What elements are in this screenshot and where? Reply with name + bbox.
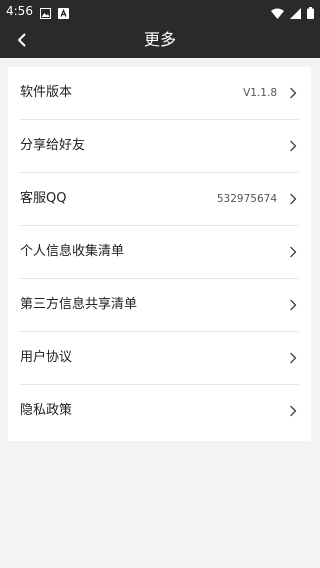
menu-item-label: 第三方信息共享清单 xyxy=(20,297,138,312)
app-icon xyxy=(58,4,69,23)
nav-bar: 更多 xyxy=(0,22,320,58)
menu-item-label: 隐私政策 xyxy=(20,403,73,418)
menu-item-personal-info-list[interactable]: 个人信息收集清单 xyxy=(20,226,299,279)
chevron-right-icon xyxy=(290,405,297,417)
signal-icon xyxy=(290,4,301,23)
qq-number-value: 532975674 xyxy=(216,193,277,205)
menu-item-label: 用户协议 xyxy=(20,350,73,365)
page-title: 更多 xyxy=(143,30,176,49)
chevron-right-icon xyxy=(290,87,297,99)
chevron-right-icon xyxy=(290,193,297,205)
chevron-right-icon xyxy=(290,352,297,364)
menu-item-share[interactable]: 分享给好友 xyxy=(20,120,299,173)
chevron-right-icon xyxy=(290,140,297,152)
menu-item-label: 软件版本 xyxy=(20,85,73,100)
chevron-right-icon xyxy=(290,246,297,258)
menu-item-version[interactable]: 软件版本 V1.1.8 xyxy=(20,67,299,120)
wifi-icon xyxy=(271,4,284,23)
menu-item-label: 分享给好友 xyxy=(20,138,86,153)
menu-item-customer-service-qq[interactable]: 客服QQ 532975674 xyxy=(20,173,299,226)
menu-item-label: 个人信息收集清单 xyxy=(20,244,125,259)
menu-item-user-agreement[interactable]: 用户协议 xyxy=(20,332,299,385)
status-time: 4:56 xyxy=(6,4,33,18)
version-value: V1.1.8 xyxy=(243,87,277,99)
image-icon xyxy=(40,4,51,23)
status-bar: 4:56 xyxy=(0,0,320,22)
menu-item-third-party-sharing-list[interactable]: 第三方信息共享清单 xyxy=(20,279,299,332)
battery-icon xyxy=(307,4,314,23)
settings-list: 软件版本 V1.1.8 分享给好友 客服QQ 532975674 个人信息收集清… xyxy=(8,67,311,441)
menu-item-label: 客服QQ xyxy=(20,191,67,206)
chevron-right-icon xyxy=(290,299,297,311)
menu-item-privacy-policy[interactable]: 隐私政策 xyxy=(20,385,299,438)
